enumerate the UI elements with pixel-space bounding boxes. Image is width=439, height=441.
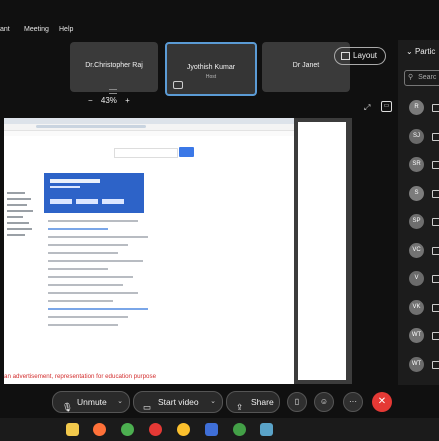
participant-status-icon — [432, 275, 439, 283]
participant-avatar: WT — [409, 356, 424, 372]
pointer-icon[interactable]: ⤢ — [364, 103, 370, 113]
more-options-button[interactable]: ··· — [343, 392, 363, 412]
annotate-icon[interactable]: ▭ — [381, 101, 392, 112]
app-icon[interactable] — [205, 423, 218, 436]
zoom-out-button[interactable]: − — [88, 96, 93, 105]
shared-result-card — [44, 173, 144, 213]
video-off-icon: ▭ — [143, 402, 152, 412]
shared-sidebar — [7, 188, 37, 328]
menu-bar: ant Meeting Help — [0, 22, 200, 38]
bookmarks-bar — [4, 131, 294, 136]
participant-status-icon — [432, 218, 439, 226]
video-tile-christopher[interactable]: Dr.Christopher Raj — [70, 42, 158, 92]
layout-button[interactable]: Layout — [334, 47, 386, 65]
opera-icon[interactable] — [149, 423, 162, 436]
zoom-level: 43% — [100, 96, 117, 105]
shared-text-lines — [48, 220, 158, 332]
participant-avatar: SJ — [409, 128, 424, 144]
participant-status-icon — [432, 104, 439, 112]
mic-muted-icon — [173, 81, 183, 89]
participant-status-icon — [432, 332, 439, 340]
tile-name: Dr.Christopher Raj — [85, 62, 143, 69]
participants-header: ⌄ Partic — [406, 47, 436, 56]
participant-avatar: VK — [409, 299, 424, 315]
search-icon: ⚲ — [408, 74, 414, 81]
shared-search-button — [179, 147, 194, 157]
layout-icon — [341, 52, 350, 60]
participant-avatar: V — [409, 271, 424, 286]
end-call-button[interactable]: ✕ — [372, 392, 392, 412]
participant-avatar: R — [409, 100, 424, 115]
mic-off-icon: 🎙 — [62, 402, 73, 412]
files-icon[interactable] — [66, 423, 79, 436]
participant-avatar: VC — [409, 242, 424, 258]
drag-handle-icon[interactable] — [109, 89, 117, 94]
host-label: Host — [205, 74, 217, 80]
participant-avatar: S — [409, 185, 424, 201]
firefox-icon[interactable] — [93, 423, 106, 436]
participants-panel: ⌄ Partic ⚲ Searc R SJ SR S SP VC V VK WT WT — [398, 40, 439, 385]
menu-item-help[interactable]: Help — [59, 26, 73, 33]
participant-status-icon — [432, 303, 439, 312]
share-icon: ⇪ — [236, 402, 244, 412]
chrome-icon[interactable] — [233, 423, 246, 436]
reactions-button[interactable]: ☺ — [314, 392, 334, 412]
chrome-icon[interactable] — [177, 423, 190, 436]
participants-search-input[interactable]: ⚲ Searc — [404, 70, 439, 86]
shared-screen: an advertisement, representation for edu… — [4, 118, 294, 384]
start-video-button[interactable]: ▭ Start video ⌄ — [133, 391, 223, 413]
participant-status-icon — [432, 189, 439, 198]
participant-avatar: WT — [409, 328, 424, 343]
video-tile-jyothish[interactable]: Jyothish Kumar Host — [165, 42, 257, 96]
call-controls: 🎙 Unmute ⌄ ▭ Start video ⌄ ⇪ Share ▯ ☺ ·… — [0, 388, 439, 416]
menu-item-ant[interactable]: ant — [0, 26, 10, 33]
chevron-down-icon[interactable]: ⌄ — [210, 392, 216, 412]
taskbar — [0, 418, 439, 441]
shared-warning-text: an advertisement, representation for edu… — [4, 373, 157, 380]
participant-status-icon — [432, 132, 439, 141]
participant-status-icon — [432, 246, 439, 255]
shared-search-field — [114, 148, 178, 158]
shared-screen-side — [294, 118, 352, 384]
participant-status-icon — [432, 360, 439, 369]
webex-icon[interactable] — [260, 423, 273, 436]
chrome-icon[interactable] — [121, 423, 134, 436]
zoom-controls: − 43% + — [88, 89, 130, 105]
menu-item-meeting[interactable]: Meeting — [24, 26, 49, 33]
participant-avatar: SP — [409, 214, 424, 229]
zoom-in-button[interactable]: + — [125, 96, 130, 105]
share-button[interactable]: ⇪ Share — [226, 391, 280, 413]
tile-name: Jyothish Kumar — [186, 64, 236, 71]
participant-avatar: SR — [409, 157, 424, 172]
unmute-button[interactable]: 🎙 Unmute ⌄ — [52, 391, 130, 413]
address-bar — [4, 124, 294, 131]
sticky-note-button[interactable]: ▯ — [287, 392, 307, 412]
chevron-down-icon[interactable]: ⌄ — [117, 392, 123, 412]
participant-status-icon — [432, 161, 439, 169]
